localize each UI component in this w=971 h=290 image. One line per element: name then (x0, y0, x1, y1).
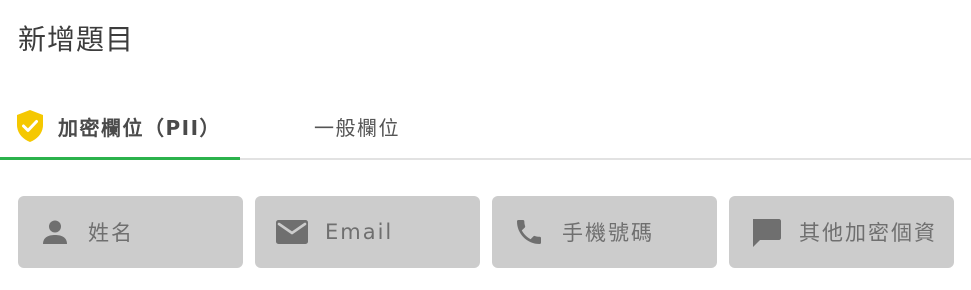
tab-general-fields[interactable]: 一般欄位 (300, 94, 460, 158)
phone-icon (512, 215, 546, 249)
field-label: Email (325, 220, 394, 244)
pii-field-list: 姓名 Email 手機號碼 其他加密個資 (18, 196, 954, 268)
tab-general-label: 一般欄位 (314, 115, 400, 140)
shield-check-icon (17, 110, 43, 142)
field-label: 姓名 (88, 221, 134, 245)
add-name-field-button[interactable]: 姓名 (18, 196, 243, 268)
chat-bubble-icon (749, 215, 783, 249)
envelope-icon (275, 215, 309, 249)
tab-bar: 加密欄位（PII） 一般欄位 (0, 94, 971, 160)
tab-pii-label: 加密欄位（PII） (58, 115, 222, 140)
add-phone-field-button[interactable]: 手機號碼 (492, 196, 717, 268)
field-label: 其他加密個資 (799, 221, 937, 245)
page-title: 新增題目 (18, 23, 135, 56)
add-email-field-button[interactable]: Email (255, 196, 480, 268)
add-other-pii-field-button[interactable]: 其他加密個資 (729, 196, 954, 268)
tab-pii-fields[interactable]: 加密欄位（PII） (0, 94, 240, 160)
field-label: 手機號碼 (562, 221, 654, 245)
person-icon (38, 215, 72, 249)
